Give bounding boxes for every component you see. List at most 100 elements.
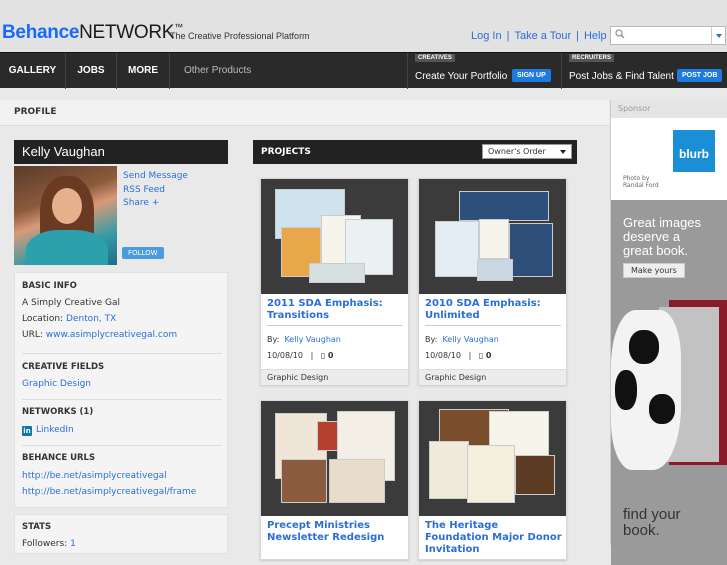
- nav-jobs[interactable]: JOBS: [66, 53, 117, 89]
- cow-graphic: [611, 310, 681, 470]
- website-link[interactable]: www.asimplycreativegal.com: [46, 330, 177, 340]
- nav-other-products[interactable]: Other Products: [184, 53, 251, 89]
- project-card[interactable]: The Heritage Foundation Major Donor Invi…: [418, 400, 567, 560]
- url-row: URL: www.asimplycreativegal.com: [22, 330, 177, 340]
- help-link[interactable]: Help: [584, 30, 607, 42]
- project-byline: By: Kelly Vaughan: [267, 335, 341, 344]
- follow-button[interactable]: FOLLOW: [122, 247, 164, 259]
- thumb-doc: [467, 445, 515, 503]
- rss-feed-link[interactable]: RSS Feed: [123, 184, 188, 198]
- recruiters-tag: RECRUITERS: [569, 54, 615, 62]
- chevron-down-icon[interactable]: [711, 27, 725, 44]
- sponsor-ad[interactable]: Sponsor blurb Photo by Randal Ford Great…: [610, 100, 727, 565]
- sponsor-label: Sponsor: [611, 100, 727, 118]
- ad-headline: Great images deserve a great book.: [623, 216, 701, 258]
- sign-up-button[interactable]: SIGN UP: [512, 69, 551, 82]
- linkedin-item: in LinkedIn: [22, 425, 74, 436]
- thumb-doc: [515, 455, 555, 495]
- profile-bar: PROFILE: [0, 100, 609, 126]
- behance-logo[interactable]: BehanceNETWORK™: [2, 22, 183, 44]
- creative-field-link[interactable]: Graphic Design: [22, 379, 91, 389]
- profile-name: Kelly Vaughan: [14, 140, 228, 164]
- location-link[interactable]: Denton, TX: [66, 314, 116, 324]
- project-thumbnail[interactable]: [419, 179, 566, 294]
- followers-row: Followers: 1: [22, 539, 76, 549]
- divider: [425, 325, 561, 326]
- thumb-doc: [309, 263, 365, 283]
- project-title[interactable]: The Heritage Foundation Major Donor Invi…: [425, 520, 563, 556]
- project-card[interactable]: 2011 SDA Emphasis: Transitions By: Kelly…: [260, 178, 409, 385]
- recruiters-text[interactable]: Post Jobs & Find Talent: [569, 71, 674, 82]
- photo-credit: Photo by Randal Ford: [623, 175, 659, 189]
- main-nav: GALLERY JOBS MORE Other Products CREATIV…: [0, 52, 727, 89]
- nav-more[interactable]: MORE: [117, 53, 170, 89]
- divider: [267, 325, 403, 326]
- linkedin-link[interactable]: LinkedIn: [36, 425, 74, 435]
- info-panel: BASIC INFO A Simply Creative Gal Locatio…: [14, 272, 228, 508]
- ad-tagline-line: book.: [623, 522, 660, 539]
- followers-label: Followers:: [22, 539, 68, 549]
- avatar: [14, 166, 117, 265]
- tagline: The Creative Professional Platform: [170, 31, 310, 41]
- project-field[interactable]: Graphic Design: [419, 369, 566, 385]
- sort-order-select[interactable]: Owner's Order: [482, 144, 572, 159]
- project-card[interactable]: Precept Ministries Newsletter Redesign: [260, 400, 409, 560]
- comment-count: 0: [485, 351, 492, 360]
- post-job-button[interactable]: POST JOB: [677, 69, 723, 82]
- thumb-doc: [477, 259, 513, 281]
- projects-bar: PROJECTS Owner's Order: [253, 140, 577, 164]
- login-link[interactable]: Log In: [471, 30, 502, 42]
- blurb-logo[interactable]: blurb: [673, 130, 715, 172]
- followers-count[interactable]: 1: [70, 539, 76, 549]
- tour-link[interactable]: Take a Tour: [514, 30, 571, 42]
- by-label: By:: [425, 335, 438, 344]
- logo-text: Behance: [2, 22, 80, 43]
- profile-actions: Send Message RSS Feed Share +: [123, 170, 188, 211]
- nav-gallery[interactable]: GALLERY: [0, 53, 66, 89]
- thumb-doc: [429, 441, 469, 499]
- location-label: Location:: [22, 314, 64, 324]
- thumb-doc: [329, 459, 385, 503]
- project-thumbnail[interactable]: [261, 179, 408, 294]
- behance-frame-url-link[interactable]: http://be.net/asimplycreativegal/frame: [22, 487, 196, 497]
- behance-url-item: http://be.net/asimplycreativegal/frame: [22, 487, 196, 497]
- search-icon: [615, 29, 625, 39]
- recruiters-cta: RECRUITERS Post Jobs & Find Talent POST …: [561, 53, 727, 89]
- behance-url-link[interactable]: http://be.net/asimplycreativegal: [22, 471, 167, 481]
- url-label: URL:: [22, 330, 43, 340]
- send-message-link[interactable]: Send Message: [123, 170, 188, 184]
- creatives-tag: CREATIVES: [415, 54, 455, 62]
- share-link[interactable]: Share +: [123, 197, 188, 211]
- project-thumbnail[interactable]: [261, 401, 408, 516]
- author-link[interactable]: Kelly Vaughan: [442, 335, 498, 344]
- project-field[interactable]: Graphic Design: [261, 369, 408, 385]
- behance-urls-heading: BEHANCE URLS: [22, 453, 96, 463]
- location-row: Location: Denton, TX: [22, 314, 116, 324]
- project-byline: By: Kelly Vaughan: [425, 335, 499, 344]
- project-title[interactable]: Precept Ministries Newsletter Redesign: [267, 520, 405, 544]
- divider: [22, 399, 222, 400]
- comment-icon: ▯: [478, 351, 484, 360]
- basic-info-heading: BASIC INFO: [22, 281, 77, 291]
- project-thumbnail[interactable]: [419, 401, 566, 516]
- creatives-cta: CREATIVES Create Your Portfolio SIGN UP: [407, 53, 560, 89]
- ad-headline-line: Great images: [623, 215, 702, 230]
- search-input[interactable]: [610, 26, 726, 45]
- top-header: BehanceNETWORK™ The Creative Professiona…: [0, 0, 727, 52]
- separator: |: [506, 30, 510, 42]
- behance-url-item: http://be.net/asimplycreativegal: [22, 471, 167, 481]
- networks-heading: NETWORKS (1): [22, 407, 94, 417]
- stats-panel: STATS Followers: 1: [14, 514, 228, 554]
- creatives-text[interactable]: Create Your Portfolio: [415, 71, 507, 82]
- stats-heading: STATS: [22, 522, 52, 532]
- project-title[interactable]: 2010 SDA Emphasis: Unlimited: [425, 298, 563, 322]
- make-yours-button[interactable]: Make yours: [623, 263, 685, 278]
- project-card[interactable]: 2010 SDA Emphasis: Unlimited By: Kelly V…: [418, 178, 567, 385]
- author-link[interactable]: Kelly Vaughan: [284, 335, 340, 344]
- project-title[interactable]: 2011 SDA Emphasis: Transitions: [267, 298, 405, 322]
- ad-tagline: find your book.: [623, 507, 681, 539]
- project-meta: 10/08/10 | ▯ 0: [425, 351, 492, 360]
- thumb-doc: [435, 221, 479, 277]
- cow-spot: [629, 330, 659, 364]
- separator: |: [576, 30, 579, 42]
